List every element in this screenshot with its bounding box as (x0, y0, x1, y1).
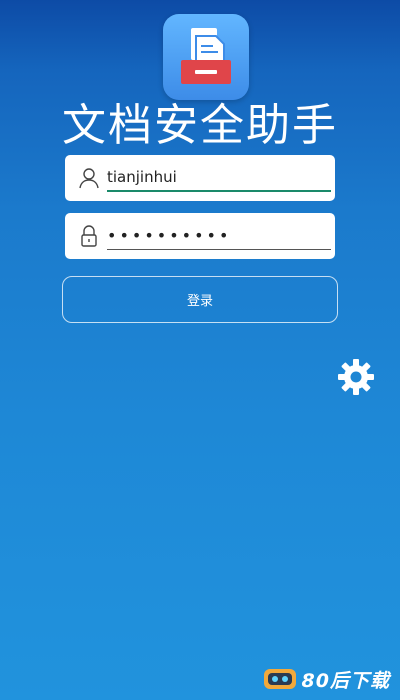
gear-icon[interactable] (336, 357, 376, 397)
login-button[interactable]: 登录 (62, 276, 338, 323)
user-icon (79, 168, 99, 189)
lock-icon (81, 225, 97, 247)
document-tray-icon (181, 28, 231, 84)
password-input[interactable] (107, 222, 331, 250)
password-field[interactable] (65, 213, 335, 259)
app-title: 文档安全助手 (62, 100, 338, 151)
watermark-text: 80后下载 (301, 669, 390, 692)
username-input[interactable] (107, 164, 331, 192)
watermark: 80后下载 (262, 664, 390, 694)
app-logo (163, 14, 249, 100)
username-field[interactable] (65, 155, 335, 201)
robot-icon (263, 669, 296, 689)
